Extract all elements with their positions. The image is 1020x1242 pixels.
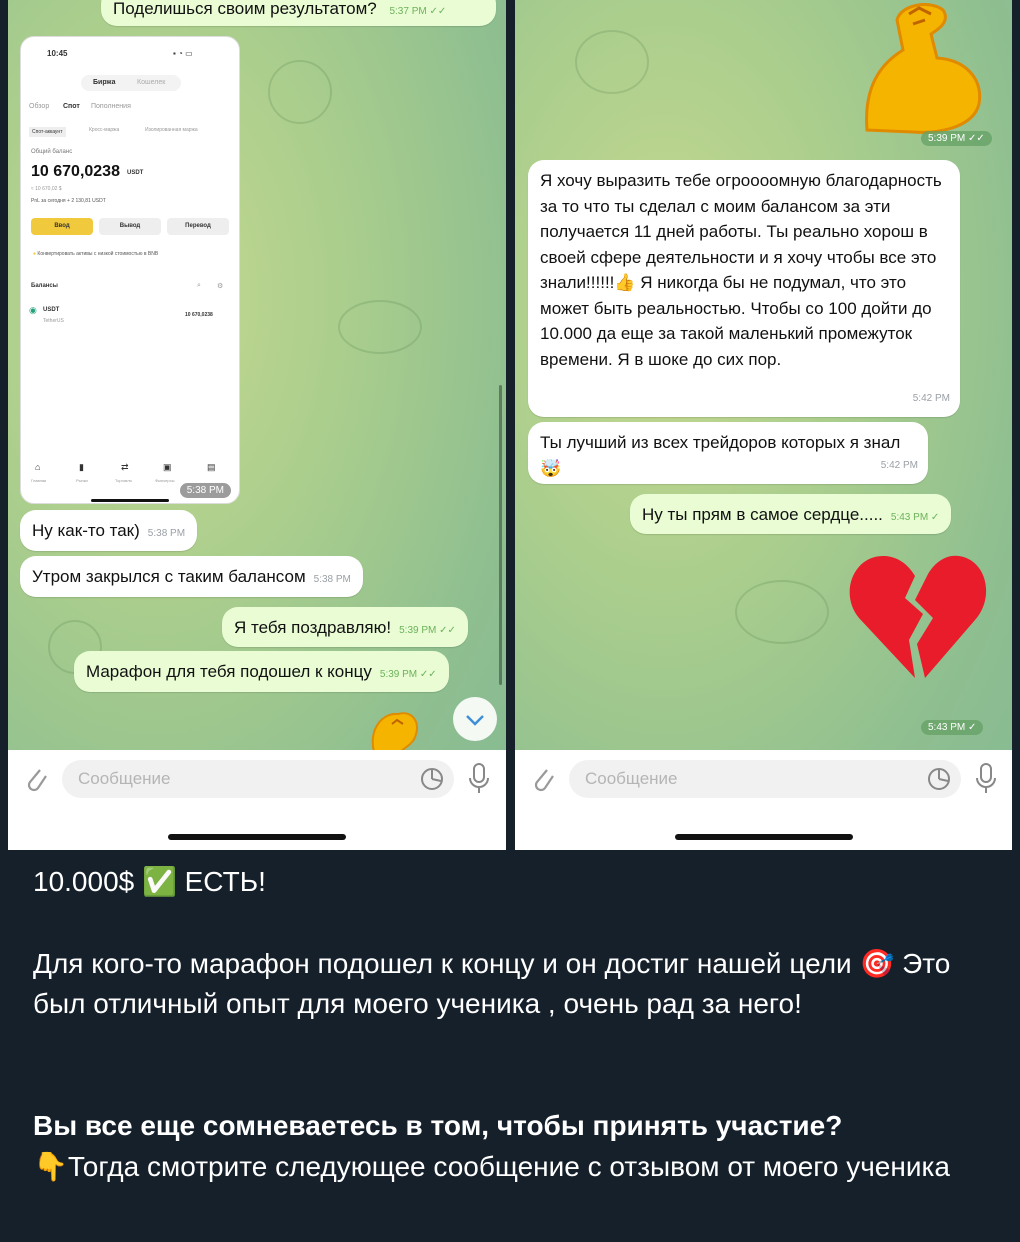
message-time: 5:42 PM (880, 459, 918, 471)
sticker-time: 5:39 PM ✓✓ (921, 131, 992, 146)
flexed-biceps-sticker[interactable] (857, 0, 987, 136)
scroll-down-button[interactable] (453, 697, 497, 741)
post-paragraph: Для кого-то марафон подошел к концу и он… (33, 948, 951, 1019)
left-chat-screenshot: Поделишься своим результатом? 5:37 PM ✓✓… (8, 0, 506, 850)
message-input-bar: Сообщение (515, 750, 1012, 850)
subtab-deposits[interactable]: Пополнения (91, 103, 131, 110)
pnl-today: PnL за сегодня + 2 130,81 USDT (31, 198, 106, 204)
microphone-icon[interactable] (466, 762, 492, 796)
wallet-icon[interactable]: ▤ (207, 462, 216, 473)
account-tab-spot[interactable]: Спот-аккаунт (29, 127, 66, 137)
message-bubble-incoming[interactable]: Ты лучший из всех трейдоров которых я зн… (528, 422, 928, 484)
message-bubble-incoming[interactable]: Ну как-то так) 5:38 PM (20, 510, 198, 551)
subtab-spot[interactable]: Спот (63, 103, 80, 110)
transfer-button[interactable]: Перевод (167, 218, 229, 235)
nav-label: Рынки (76, 478, 88, 483)
broken-heart-sticker[interactable] (845, 548, 991, 680)
scrollbar[interactable] (499, 385, 502, 685)
background-doodle (735, 580, 829, 644)
message-input[interactable]: Сообщение (569, 760, 961, 798)
home-indicator (674, 834, 853, 840)
message-time: 5:38 PM (313, 574, 351, 585)
nav-label: Главная (31, 478, 47, 483)
nav-label: Торговля (115, 478, 132, 483)
search-icon[interactable]: ⌕ (197, 282, 201, 290)
markets-icon[interactable]: ▮ (79, 462, 84, 473)
convert-note-text: Конвертировать активы с низкой стоимость… (37, 251, 159, 257)
paperclip-icon[interactable] (529, 764, 557, 794)
futures-icon[interactable]: ▣ (163, 462, 172, 473)
home-indicator (168, 834, 346, 840)
trade-icon[interactable]: ⇄ (121, 462, 129, 473)
post-paragraph: 👇Тогда смотрите следующее сообщение с от… (33, 1151, 950, 1182)
sticker-icon[interactable] (420, 767, 444, 791)
subtab-overview[interactable]: Обзор (29, 103, 49, 110)
message-input[interactable]: Сообщение (62, 760, 454, 798)
message-text: Утром закрылся с таким балансом (32, 567, 306, 586)
segment-control: Биржа Кошелек (81, 75, 181, 91)
account-tab-cross[interactable]: Кросс-маржа (89, 127, 119, 133)
right-chat-screenshot: 5:39 PM ✓✓ Я хочу выразить тебе огроооом… (515, 0, 1012, 850)
message-text: Ты лучший из всех трейдоров которых я зн… (540, 433, 901, 478)
status-time: 10:45 (47, 49, 68, 58)
balance-screenshot-image[interactable]: 10:45 ▪ ◔ ▭ Биржа Кошелек Обзор Спот Поп… (20, 36, 240, 504)
background-doodle (268, 60, 332, 124)
message-input-bar: Сообщение (8, 750, 506, 850)
asset-value: 10 670,0238 (185, 312, 213, 318)
background-doodle (338, 300, 422, 354)
message-time: 5:43 PM ✓ (890, 512, 940, 523)
balance-sub: ≈ 10 670,02 $ (31, 186, 62, 192)
flexed-biceps-sticker[interactable] (364, 708, 424, 752)
microphone-icon[interactable] (973, 762, 999, 796)
nav-label: Фьючерсы (155, 478, 175, 483)
background-doodle (575, 30, 649, 94)
account-tab-isolated[interactable]: Изолированная маржа (145, 127, 198, 133)
balance-label: Общий баланс (31, 149, 73, 155)
message-bubble-outgoing[interactable]: Я тебя поздравляю! 5:39 PM ✓✓ (222, 607, 468, 647)
message-text: Я тебя поздравляю! (234, 618, 392, 637)
message-input-placeholder: Сообщение (78, 769, 171, 788)
asset-sub: TetherUS (43, 318, 64, 324)
balance-value: 10 670,0238 (31, 163, 120, 180)
balance-unit: USDT (127, 170, 144, 176)
status-icons: ▪ ◔ ▭ (173, 49, 193, 58)
message-text: Ну ты прям в самое сердце..... (642, 505, 883, 524)
asset-name: USDT (43, 307, 60, 313)
message-bubble-incoming[interactable]: Утром закрылся с таким балансом 5:38 PM (20, 556, 363, 597)
sticker-time: 5:43 PM ✓ (921, 720, 984, 735)
usdt-icon: ◉ (29, 305, 37, 315)
message-time: 5:37 PM ✓✓ (389, 6, 447, 17)
message-text: Марафон для тебя подошел к концу (86, 662, 372, 681)
convert-note[interactable]: ● Конвертировать активы с низкой стоимос… (33, 251, 158, 257)
message-bubble-outgoing[interactable]: Поделишься своим результатом? 5:37 PM ✓✓ (101, 0, 496, 26)
post-question: Вы все еще сомневаетесь в том, чтобы при… (33, 1110, 843, 1141)
message-text: Я хочу выразить тебе огроооомную благода… (540, 171, 942, 369)
message-bubble-outgoing[interactable]: Марафон для тебя подошел к концу 5:39 PM … (74, 651, 449, 692)
phone-home-indicator (91, 499, 169, 502)
balances-label: Балансы (31, 283, 58, 289)
coin-icon: ● (33, 251, 37, 257)
message-time: 5:38 PM (147, 528, 186, 539)
message-time: 5:42 PM (912, 392, 950, 404)
message-bubble-incoming[interactable]: Я хочу выразить тебе огроооомную благода… (528, 160, 960, 417)
chevron-down-icon (466, 715, 484, 726)
tab-exchange[interactable]: Биржа (93, 79, 115, 86)
message-input-placeholder: Сообщение (585, 769, 678, 788)
sticker-icon[interactable] (927, 767, 951, 791)
tab-wallet[interactable]: Кошелек (137, 79, 165, 86)
post-headline: 10.000$ ✅ ЕСТЬ! (33, 866, 266, 897)
deposit-button[interactable]: Ввод (31, 218, 93, 235)
message-time: 5:39 PM ✓✓ (399, 625, 456, 636)
paperclip-icon[interactable] (22, 764, 50, 794)
withdraw-button[interactable]: Вывод (99, 218, 161, 235)
message-time: 5:39 PM ✓✓ (379, 669, 437, 680)
message-text: Ну как-то так) (32, 521, 140, 540)
image-time: 5:38 PM (179, 483, 231, 498)
settings-icon[interactable]: ⚙ (217, 282, 223, 290)
message-text: Поделишься своим результатом? (113, 0, 377, 18)
message-bubble-outgoing[interactable]: Ну ты прям в самое сердце..... 5:43 PM ✓ (630, 494, 952, 534)
home-icon[interactable]: ⌂ (35, 462, 40, 472)
